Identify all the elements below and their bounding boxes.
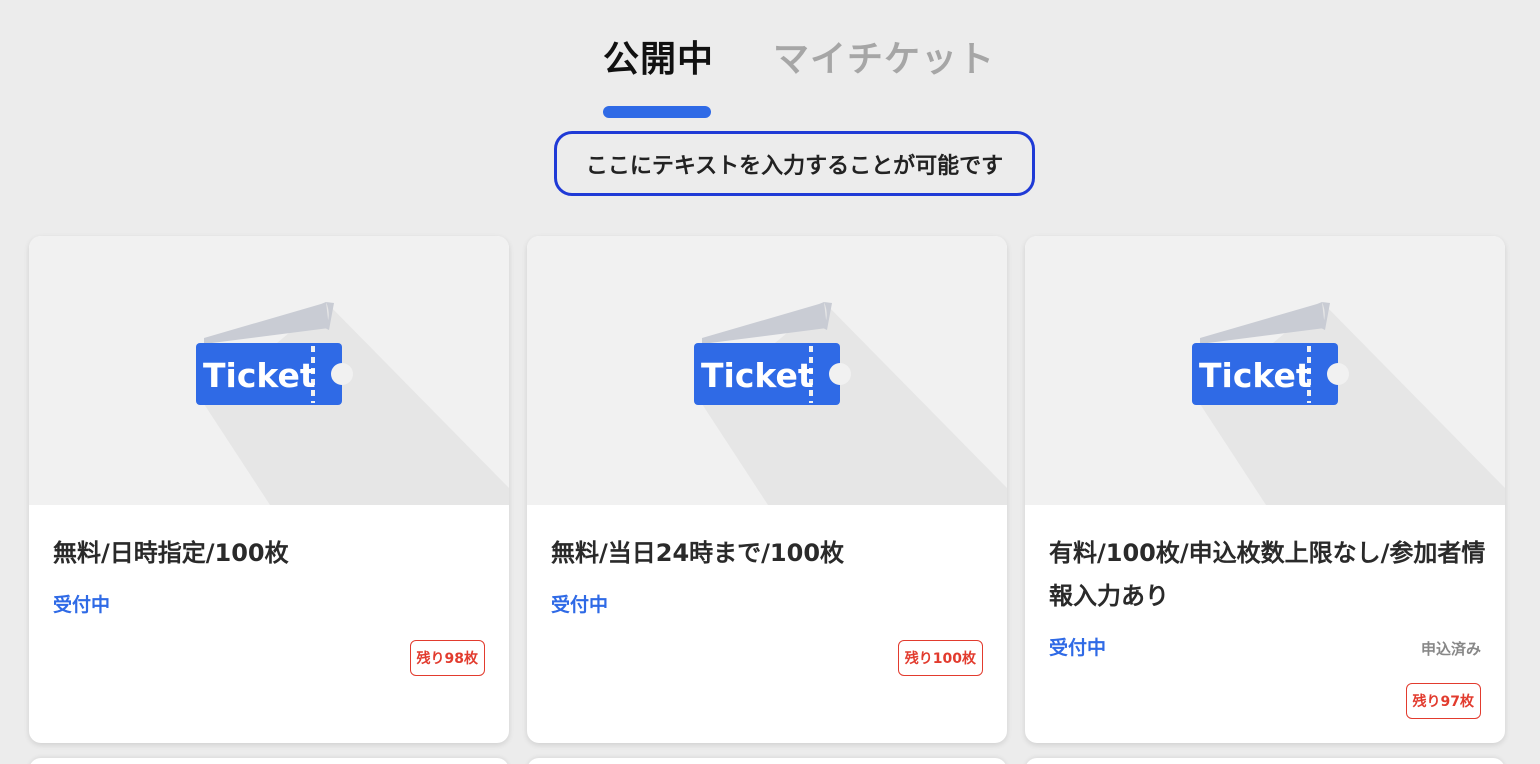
ticket-image: Ticket — [1025, 236, 1505, 505]
ticket-icon: Ticket — [196, 302, 509, 505]
active-tab-indicator — [603, 106, 711, 118]
ticket-card[interactable]: Ticket 有料/100枚/申込枚数上限なし/参加者情報入力あり 受付中 申込… — [1025, 236, 1505, 743]
ticket-title: 有料/100枚/申込枚数上限なし/参加者情報入力あり — [1049, 539, 1486, 610]
ticket-icon-label: Ticket — [1199, 356, 1312, 395]
ticket-icon: Ticket — [694, 302, 1007, 505]
status-label: 受付中 — [551, 594, 609, 616]
remaining-badge: 残り98枚 — [409, 640, 485, 676]
status-label: 受付中 — [1049, 637, 1107, 659]
notice-text: ここにテキストを入力することが可能です — [585, 153, 1004, 179]
ticket-image: Ticket — [527, 236, 1007, 505]
ticket-card[interactable]: Ticket 無料/日時指定/100枚 受付中 残り98枚 — [29, 236, 509, 743]
ticket-icon: Ticket — [1192, 302, 1505, 505]
notice-banner: ここにテキストを入力することが可能です — [554, 131, 1035, 196]
ticket-card-peek[interactable] — [29, 758, 509, 764]
status-label: 受付中 — [53, 594, 111, 616]
ticket-card-peek[interactable] — [527, 758, 1007, 764]
tab-public[interactable]: 公開中 — [603, 30, 714, 82]
ticket-list-page: 公開中 マイチケット ここにテキストを入力することが可能です Ticket 無料… — [0, 0, 1540, 764]
ticket-card[interactable]: Ticket 無料/当日24時まで/100枚 受付中 残り100枚 — [527, 236, 1007, 743]
remaining-badge: 残り97枚 — [1405, 683, 1481, 719]
tab-bar: 公開中 マイチケット — [0, 30, 1540, 120]
ticket-card-peek[interactable] — [1025, 758, 1505, 764]
remaining-badge: 残り100枚 — [897, 640, 983, 676]
ticket-icon-label: Ticket — [701, 356, 814, 395]
ticket-image: Ticket — [29, 236, 509, 505]
applied-label: 申込済み — [1420, 640, 1481, 658]
tab-my-tickets[interactable]: マイチケット — [773, 30, 995, 82]
ticket-icon-label: Ticket — [203, 356, 316, 395]
ticket-title: 無料/日時指定/100枚 — [53, 539, 289, 567]
ticket-title: 無料/当日24時まで/100枚 — [551, 539, 845, 567]
